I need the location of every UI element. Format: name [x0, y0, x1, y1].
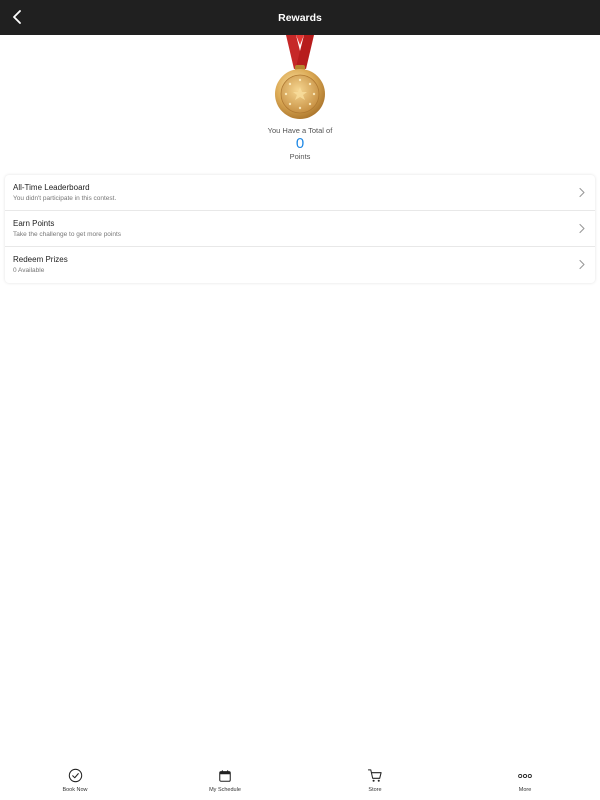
chevron-right-icon	[579, 223, 585, 234]
chevron-left-icon	[13, 10, 21, 24]
item-title: Redeem Prizes	[13, 255, 68, 264]
tab-book-now[interactable]: Book Now	[0, 768, 150, 793]
tab-more[interactable]: More	[450, 768, 600, 793]
points-label: Points	[289, 152, 311, 161]
list-item-earn-points[interactable]: Earn Points Take the challenge to get mo…	[5, 211, 595, 247]
chevron-right-icon	[579, 259, 585, 270]
item-subtitle: 0 Available	[13, 267, 45, 274]
tab-label: Book Now	[62, 786, 88, 793]
top-nav-bar: Rewards	[0, 0, 600, 35]
item-subtitle: You didn't participate in this contest.	[13, 195, 117, 202]
cart-icon	[367, 768, 383, 784]
calendar-icon	[217, 768, 233, 784]
more-dots-icon	[517, 768, 533, 784]
rewards-menu-list: All-Time Leaderboard You didn't particip…	[5, 175, 595, 283]
item-subtitle: Take the challenge to get more points	[13, 231, 122, 238]
item-title: Earn Points	[13, 219, 55, 228]
tab-label: More	[518, 786, 532, 793]
item-title: All-Time Leaderboard	[13, 183, 90, 192]
back-button[interactable]	[6, 6, 28, 28]
points-summary: You Have a Total of 0 Points	[0, 35, 600, 163]
page-title: Rewards	[278, 11, 322, 24]
points-value: 0	[295, 135, 305, 152]
tab-store[interactable]: Store	[300, 768, 450, 793]
list-item-redeem-prizes[interactable]: Redeem Prizes 0 Available	[5, 247, 595, 283]
list-item-leaderboard[interactable]: All-Time Leaderboard You didn't particip…	[5, 175, 595, 211]
bottom-tab-bar: Book Now My Schedule Store More	[0, 760, 600, 800]
medal-icon	[275, 35, 325, 119]
chevron-right-icon	[579, 187, 585, 198]
tab-label: My Schedule	[209, 786, 241, 793]
check-circle-icon	[67, 768, 83, 784]
tab-label: Store	[368, 786, 382, 793]
tab-my-schedule[interactable]: My Schedule	[150, 768, 300, 793]
total-label: You Have a Total of	[267, 126, 333, 135]
